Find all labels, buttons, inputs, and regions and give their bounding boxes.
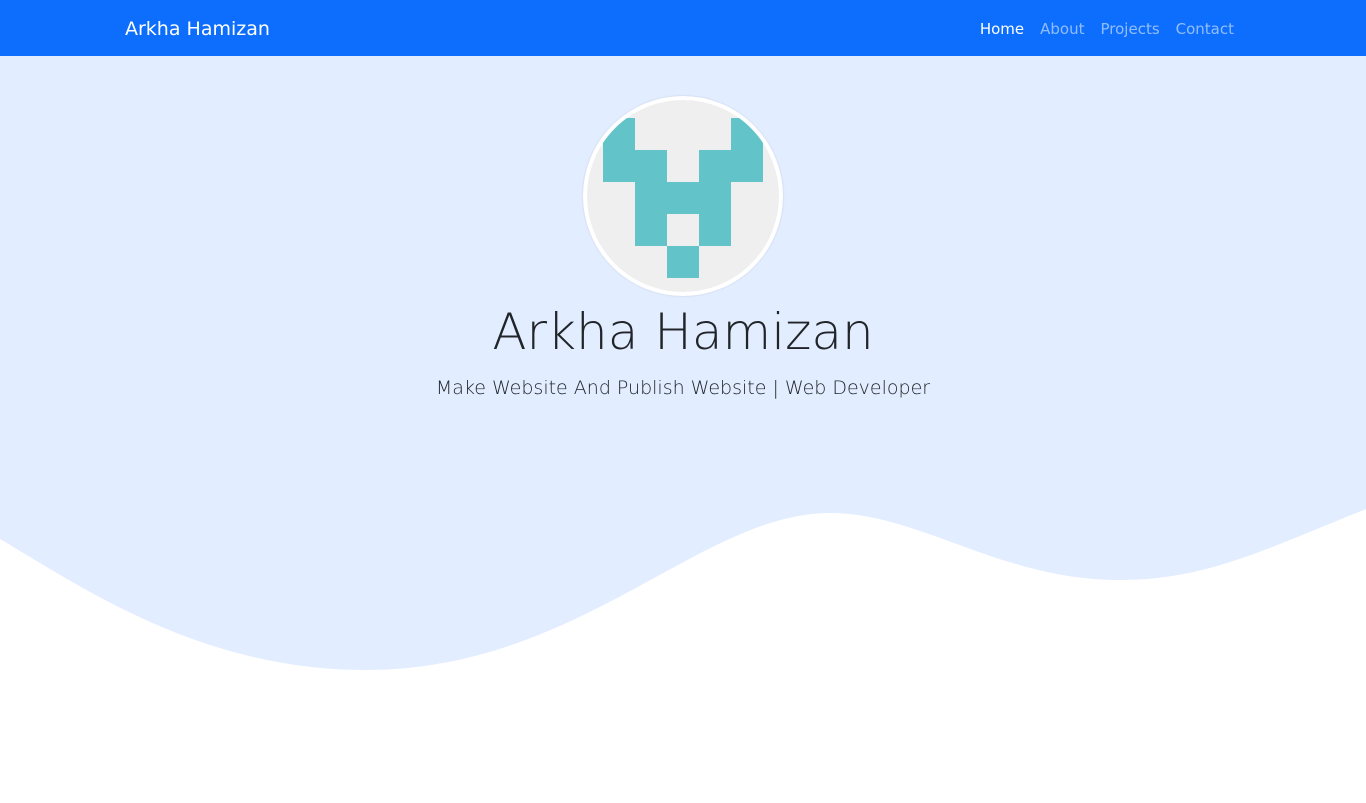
navbar-brand[interactable]: Arkha Hamizan <box>125 17 270 41</box>
nav-link-about[interactable]: About <box>1040 19 1084 39</box>
pixel-identicon-icon <box>603 118 763 278</box>
nav-link-projects[interactable]: Projects <box>1101 19 1160 39</box>
navbar-links: Home About Projects Contact <box>980 19 1234 39</box>
nav-link-contact[interactable]: Contact <box>1176 19 1234 39</box>
navbar: Arkha Hamizan Home About Projects Contac… <box>0 0 1366 56</box>
avatar <box>583 96 783 296</box>
hero-tagline: Make Website And Publish Website | Web D… <box>435 377 931 399</box>
nav-link-home[interactable]: Home <box>980 19 1024 39</box>
hero-section: Arkha Hamizan Make Website And Publish W… <box>0 56 1366 803</box>
hero-name: Arkha Hamizan <box>492 303 874 361</box>
